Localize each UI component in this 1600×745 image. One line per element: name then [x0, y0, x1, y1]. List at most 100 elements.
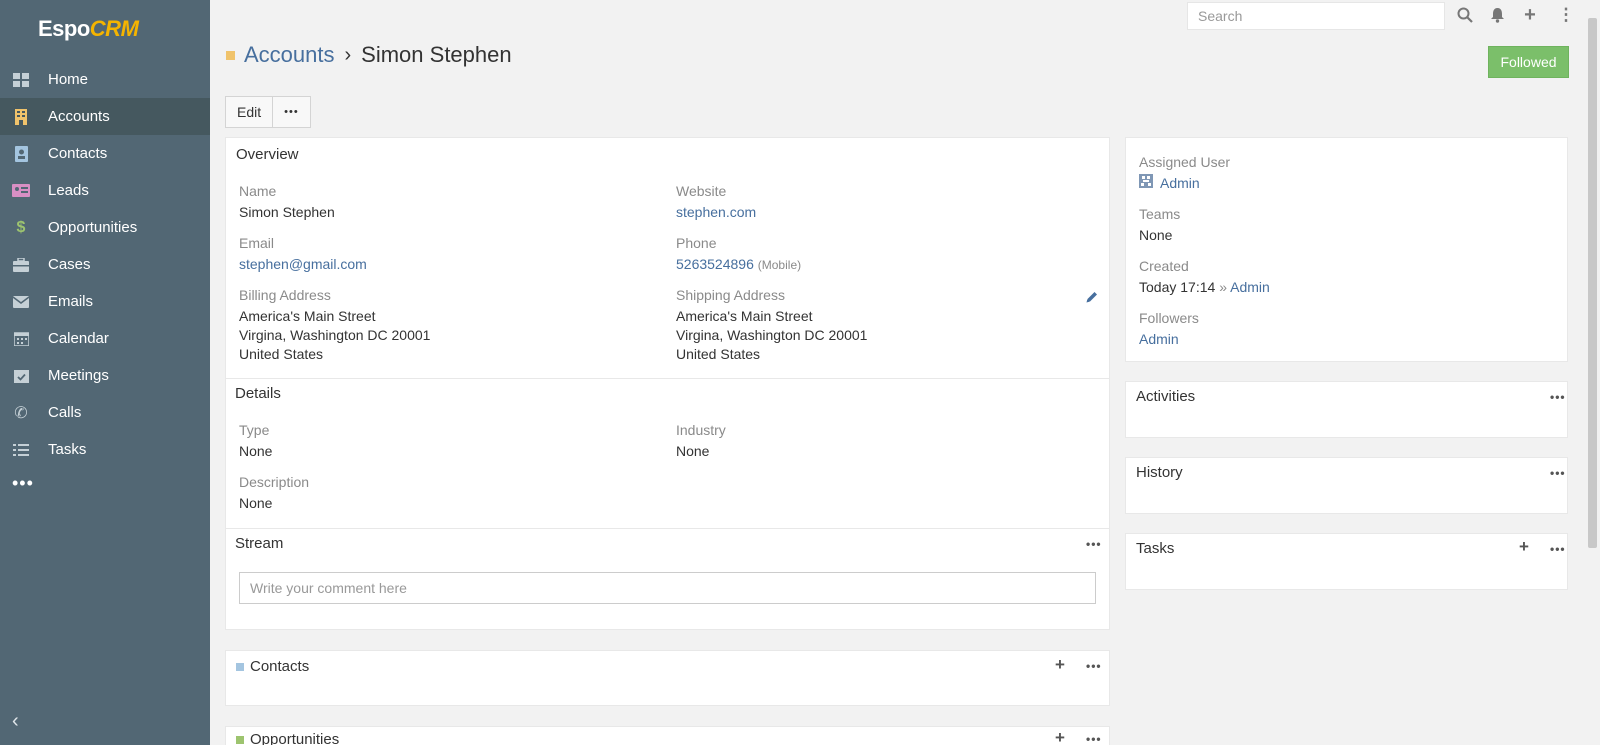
tasks-icon: [12, 441, 30, 459]
shipping-address-line: United States: [676, 346, 761, 362]
envelope-icon: [12, 293, 30, 311]
opportunities-panel-title: Opportunities: [250, 731, 340, 745]
follower-link[interactable]: Admin: [1139, 331, 1179, 347]
add-contact-plus-icon[interactable]: +: [1055, 655, 1065, 675]
user-avatar-icon: [1139, 174, 1153, 193]
shipping-address-label: Shipping Address: [676, 287, 785, 303]
briefcase-icon: [12, 256, 30, 274]
description-label: Description: [239, 474, 310, 490]
stream-title: Stream: [235, 535, 284, 552]
breadcrumb-separator: ›: [344, 43, 352, 66]
followers-field: Followers Admin: [1139, 310, 1199, 349]
page-scrollbar-thumb[interactable]: [1588, 18, 1597, 548]
tasks-panel: Tasks + •••: [1125, 533, 1568, 590]
sidebar-item-meetings[interactable]: Meetings: [0, 357, 210, 394]
breadcrumb-accounts-link[interactable]: Accounts: [244, 42, 335, 68]
sidebar-item-label: Meetings: [48, 367, 109, 384]
sidebar: EspoCRM Home Accounts Contacts Leads $ O…: [0, 0, 210, 745]
sidebar-item-label: Cases: [48, 256, 91, 273]
comment-input[interactable]: [239, 572, 1096, 604]
tasks-panel-title: Tasks: [1136, 540, 1175, 557]
email-link[interactable]: stephen@gmail.com: [239, 256, 367, 272]
breadcrumb: Accounts › Simon Stephen: [226, 42, 512, 68]
logo-accent-text: CRM: [89, 16, 139, 41]
calendar-check-icon: [12, 367, 30, 385]
record-actions: Edit •••: [225, 96, 311, 128]
activities-more-icon[interactable]: •••: [1550, 390, 1566, 404]
website-link[interactable]: stephen.com: [676, 204, 756, 220]
phone-link[interactable]: 5263524896: [676, 256, 754, 272]
sidebar-item-calendar[interactable]: Calendar: [0, 320, 210, 357]
billing-address-field: Billing Address America's Main Street Vi…: [239, 287, 430, 364]
shipping-address-line: America's Main Street: [676, 308, 813, 324]
name-label: Name: [239, 183, 277, 199]
bell-icon[interactable]: [1486, 4, 1508, 26]
sidebar-item-accounts[interactable]: Accounts: [0, 98, 210, 135]
menu-vertical-dots-icon[interactable]: ⋮: [1555, 4, 1577, 26]
billing-address-label: Billing Address: [239, 287, 331, 303]
phone-type: (Mobile): [757, 258, 802, 272]
phone-icon: ✆: [14, 404, 28, 422]
global-search-input[interactable]: [1187, 2, 1445, 30]
edit-button[interactable]: Edit: [225, 96, 274, 128]
dollar-icon: $: [16, 218, 26, 236]
sidebar-item-leads[interactable]: Leads: [0, 172, 210, 209]
email-label: Email: [239, 235, 275, 251]
assigned-user-label: Assigned User: [1139, 154, 1231, 170]
history-panel-title: History: [1136, 464, 1183, 481]
sidebar-item-emails[interactable]: Emails: [0, 283, 210, 320]
sidebar-more-button[interactable]: •••: [0, 468, 210, 498]
sidebar-item-tasks[interactable]: Tasks: [0, 431, 210, 468]
sidebar-item-home[interactable]: Home: [0, 61, 210, 98]
billing-address-line: Virgina, Washington DC 20001: [239, 327, 431, 343]
pencil-icon[interactable]: [1085, 290, 1099, 307]
teams-value: None: [1139, 227, 1173, 243]
add-opportunity-plus-icon[interactable]: +: [1055, 728, 1065, 745]
opportunities-more-icon[interactable]: •••: [1086, 732, 1102, 745]
description-field: Description None: [239, 474, 309, 513]
history-more-icon[interactable]: •••: [1550, 466, 1566, 480]
tasks-more-icon[interactable]: •••: [1550, 542, 1566, 556]
accounts-color-square: [226, 50, 235, 60]
contacts-panel-header: Contacts: [236, 658, 309, 675]
industry-value: None: [676, 443, 710, 459]
contacts-panel: Contacts + •••: [225, 650, 1110, 706]
type-label: Type: [239, 422, 270, 438]
record-detail-panel: Overview Name Simon Stephen Website step…: [225, 137, 1110, 630]
assigned-user-field: Assigned User Admin: [1139, 154, 1230, 193]
created-by-link[interactable]: Admin: [1230, 279, 1270, 295]
sidebar-item-label: Calendar: [48, 330, 109, 347]
activities-panel-title: Activities: [1136, 388, 1196, 405]
opportunities-panel: Opportunities + •••: [225, 726, 1110, 745]
add-task-plus-icon[interactable]: +: [1519, 537, 1529, 557]
followed-button[interactable]: Followed: [1488, 46, 1569, 78]
activities-panel: Activities •••: [1125, 381, 1568, 438]
contacts-color-square: [236, 662, 244, 671]
collapse-chevron-icon[interactable]: ‹: [12, 710, 19, 733]
sidebar-item-contacts[interactable]: Contacts: [0, 135, 210, 172]
id-card-icon: [12, 182, 30, 200]
sidebar-item-label: Accounts: [48, 108, 110, 125]
sidebar-item-label: Tasks: [48, 441, 87, 458]
created-field: Created Today 17:14 » Admin: [1139, 258, 1270, 297]
sidebar-item-label: Leads: [48, 182, 89, 199]
created-label: Created: [1139, 258, 1189, 274]
contacts-panel-title: Contacts: [250, 658, 310, 675]
assigned-user-link[interactable]: Admin: [1160, 174, 1200, 193]
section-divider: [226, 528, 1109, 529]
teams-label: Teams: [1139, 206, 1181, 222]
search-icon[interactable]: [1454, 4, 1476, 26]
section-divider: [226, 378, 1109, 379]
sidebar-item-calls[interactable]: ✆ Calls: [0, 394, 210, 431]
name-value: Simon Stephen: [239, 204, 335, 220]
stream-more-icon[interactable]: •••: [1086, 537, 1102, 551]
sidebar-item-opportunities[interactable]: $ Opportunities: [0, 209, 210, 246]
building-icon: [12, 108, 30, 126]
contacts-more-icon[interactable]: •••: [1086, 659, 1102, 673]
followers-label: Followers: [1139, 310, 1199, 326]
home-icon: [12, 71, 30, 89]
sidebar-item-cases[interactable]: Cases: [0, 246, 210, 283]
logo[interactable]: EspoCRM: [0, 0, 210, 58]
quick-create-plus-icon[interactable]: +: [1519, 4, 1541, 26]
more-actions-button[interactable]: •••: [273, 96, 311, 128]
